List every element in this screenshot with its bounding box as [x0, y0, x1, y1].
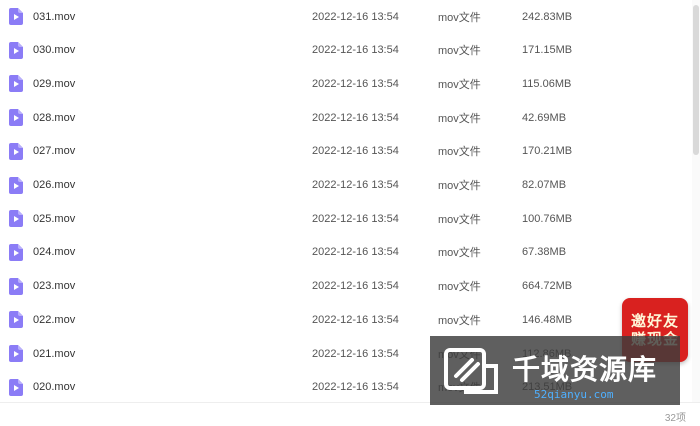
file-name[interactable]: 023.mov	[33, 280, 75, 292]
file-size: 664.72MB	[522, 280, 573, 293]
file-date: 2022-12-16 13:54	[312, 179, 399, 191]
file-row[interactable]: 023.mov 2022-12-16 13:54 mov文件 664.72MB	[0, 270, 690, 303]
file-type: mov文件	[438, 112, 481, 125]
file-date: 2022-12-16 13:54	[312, 145, 399, 158]
video-file-icon	[9, 109, 23, 127]
file-type: mov文件	[438, 281, 481, 294]
file-type: mov文件	[438, 213, 481, 226]
file-name[interactable]: 025.mov	[33, 213, 75, 225]
file-type: mov文件	[438, 314, 481, 327]
video-file-icon	[9, 41, 23, 59]
video-file-icon	[9, 75, 23, 93]
video-file-icon	[9, 8, 23, 25]
file-row[interactable]: 030.mov 2022-12-16 13:54 mov文件 171.15MB	[0, 34, 690, 67]
file-date: 2022-12-16 13:54	[312, 381, 399, 394]
file-date: 2022-12-16 13:54	[312, 313, 399, 326]
file-name[interactable]: 031.mov	[33, 11, 75, 23]
file-name[interactable]: 021.mov	[33, 348, 75, 360]
watermark-logo-icon	[444, 348, 498, 394]
status-footer: 32项	[0, 402, 700, 426]
file-size: 170.21MB	[522, 145, 573, 158]
file-name[interactable]: 028.mov	[33, 112, 75, 124]
file-row[interactable]: 031.mov 2022-12-16 13:54 mov文件 242.83MB	[0, 0, 690, 33]
video-file-icon	[9, 142, 23, 160]
video-file-icon	[9, 243, 23, 261]
file-name[interactable]: 030.mov	[33, 44, 75, 56]
file-date: 2022-12-16 13:54	[312, 10, 399, 23]
file-size: 242.83MB	[522, 10, 573, 23]
watermark-title: 千域资源库	[512, 353, 658, 386]
file-type: mov文件	[438, 11, 481, 24]
file-date: 2022-12-16 13:54	[312, 280, 399, 293]
file-date: 2022-12-16 13:54	[312, 111, 399, 124]
item-count: 32项	[664, 413, 686, 424]
scrollbar[interactable]	[692, 0, 700, 402]
file-name[interactable]: 029.mov	[33, 78, 75, 90]
file-size: 100.76MB	[522, 212, 573, 225]
file-type: mov文件	[438, 146, 481, 159]
video-file-icon	[9, 378, 23, 396]
file-size: 42.69MB	[522, 111, 567, 124]
file-type: mov文件	[438, 78, 481, 91]
file-row[interactable]: 029.mov 2022-12-16 13:54 mov文件 115.06MB	[0, 67, 690, 100]
file-row[interactable]: 028.mov 2022-12-16 13:54 mov文件 42.69MB	[0, 101, 690, 134]
file-row[interactable]: 026.mov 2022-12-16 13:54 mov文件 82.07MB	[0, 169, 690, 202]
file-size: 171.15MB	[522, 44, 573, 57]
file-size: 67.38MB	[522, 246, 567, 259]
file-row[interactable]: 027.mov 2022-12-16 13:54 mov文件 170.21MB	[0, 135, 690, 168]
file-row[interactable]: 024.mov 2022-12-16 13:54 mov文件 67.38MB	[0, 236, 690, 269]
file-name[interactable]: 020.mov	[33, 381, 75, 393]
file-size: 82.07MB	[522, 179, 567, 191]
file-size: 146.48MB	[522, 313, 573, 326]
scrollbar-thumb[interactable]	[693, 5, 699, 155]
file-date: 2022-12-16 13:54	[312, 212, 399, 225]
watermark-overlay: 千域资源库 52qianyu.com	[430, 336, 680, 405]
video-file-icon	[9, 210, 23, 228]
file-type: mov文件	[438, 247, 481, 260]
file-row[interactable]: 025.mov 2022-12-16 13:54 mov文件 100.76MB	[0, 202, 690, 235]
file-name[interactable]: 022.mov	[33, 314, 75, 326]
video-file-icon	[9, 277, 23, 295]
file-name[interactable]: 026.mov	[33, 179, 75, 191]
file-row[interactable]: 022.mov 2022-12-16 13:54 mov文件 146.48MB	[0, 303, 690, 336]
promo-line-1: 邀好友	[630, 312, 679, 330]
file-name[interactable]: 024.mov	[33, 246, 75, 258]
video-file-icon	[9, 345, 23, 362]
file-type: mov文件	[438, 180, 481, 192]
watermark-url: 52qianyu.com	[534, 388, 614, 401]
file-date: 2022-12-16 13:54	[312, 246, 399, 259]
file-type: mov文件	[438, 45, 481, 58]
file-name[interactable]: 027.mov	[33, 145, 75, 157]
file-date: 2022-12-16 13:54	[312, 44, 399, 57]
video-file-icon	[9, 176, 23, 194]
file-date: 2022-12-16 13:54	[312, 347, 399, 360]
file-date: 2022-12-16 13:54	[312, 77, 399, 90]
video-file-icon	[9, 311, 23, 329]
file-size: 115.06MB	[522, 77, 572, 90]
